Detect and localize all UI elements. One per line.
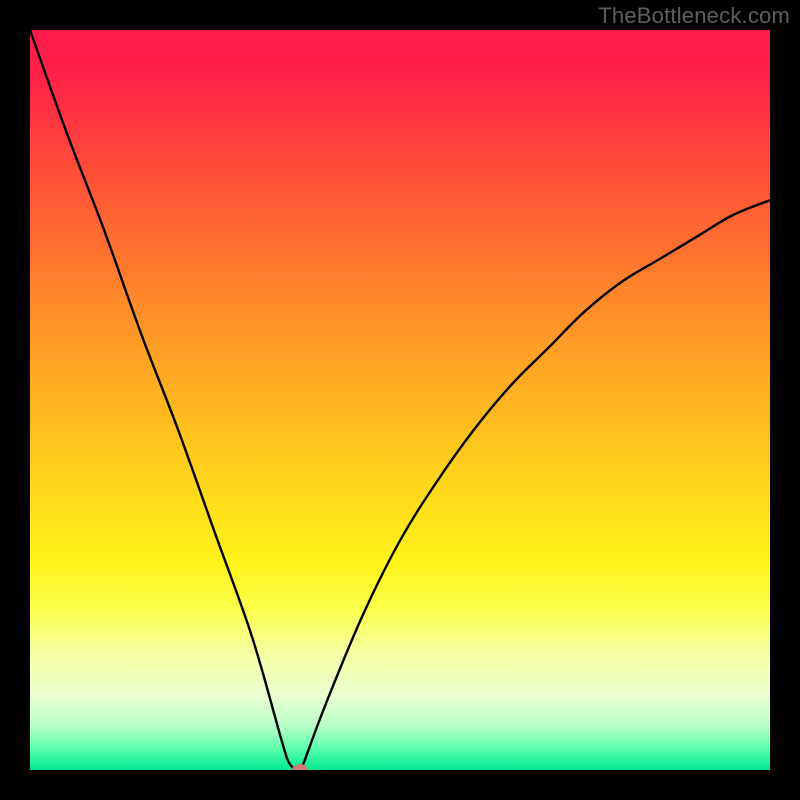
chart-frame: TheBottleneck.com bbox=[0, 0, 800, 800]
chart-svg bbox=[30, 30, 770, 770]
background-gradient bbox=[30, 30, 770, 770]
plot-area bbox=[30, 30, 770, 770]
watermark-text: TheBottleneck.com bbox=[598, 3, 790, 29]
